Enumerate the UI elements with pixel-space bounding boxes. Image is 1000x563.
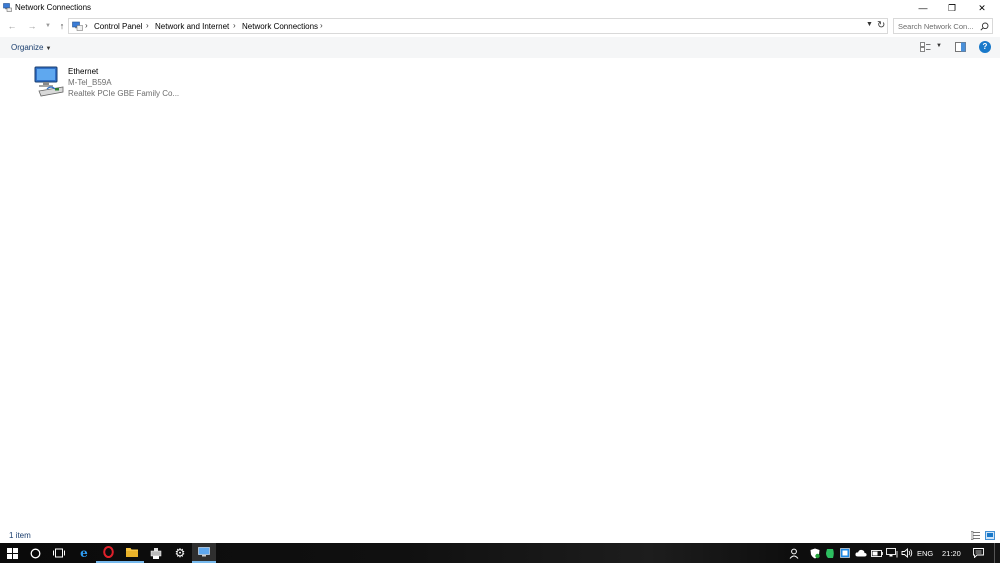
windows-logo-icon (6, 547, 18, 559)
connection-item-ethernet[interactable]: Ethernet M-Tel_B59A Realtek PCIe GBE Fam… (33, 65, 183, 99)
show-desktop-button[interactable] (994, 543, 1000, 563)
breadcrumb-network-and-internet[interactable]: Network and Internet (155, 22, 229, 31)
folder-icon (126, 548, 138, 557)
organize-label: Organize (11, 43, 44, 52)
evernote-tray-button[interactable] (823, 543, 837, 563)
cortana-circle-icon (30, 548, 40, 558)
gear-icon: ⚙ (174, 546, 186, 560)
evernote-icon (826, 548, 834, 558)
breadcrumb-separator-icon[interactable]: › (233, 21, 236, 30)
onedrive-cloud-icon (854, 549, 867, 557)
edge-browser-icon: e (80, 546, 88, 560)
arrow-up-icon: ↑ (59, 21, 65, 31)
chevron-down-icon: ▼ (45, 23, 51, 29)
network-printer-icon (150, 547, 162, 559)
help-icon[interactable]: ? (979, 41, 991, 53)
onedrive-tray-button[interactable] (853, 543, 868, 563)
address-bar[interactable]: › Control Panel › Network and Internet ›… (68, 18, 888, 34)
taskbar: e ⚙ ENG 21:20 (0, 543, 1000, 563)
action-center-button[interactable] (970, 543, 986, 563)
arrow-right-icon: → (27, 21, 37, 31)
change-view-icon[interactable] (920, 42, 931, 52)
task-view-button[interactable] (47, 543, 71, 563)
cortana-button[interactable] (23, 543, 47, 563)
address-history-chevron-icon[interactable]: ▼ (866, 21, 873, 28)
connection-network: M-Tel_B59A (68, 78, 112, 87)
people-button[interactable] (786, 543, 802, 563)
breadcrumb-control-panel[interactable]: Control Panel (94, 22, 142, 31)
task-view-icon (53, 548, 65, 558)
search-box[interactable] (893, 18, 993, 34)
control-panel-icon (198, 547, 210, 557)
defender-tray-button[interactable] (808, 543, 822, 563)
opera-taskbar-button[interactable] (96, 543, 120, 563)
details-view-icon[interactable] (971, 531, 980, 540)
control-panel-taskbar-button[interactable] (192, 543, 216, 563)
connection-device: Realtek PCIe GBE Family Co... (68, 89, 180, 98)
battery-icon (870, 549, 883, 557)
breadcrumb-separator-icon[interactable]: › (320, 21, 323, 30)
back-button[interactable]: ← (6, 20, 18, 32)
settings-taskbar-button[interactable]: ⚙ (168, 543, 192, 563)
volume-tray-button[interactable] (899, 543, 914, 563)
ethernet-network-icon (885, 548, 897, 558)
window-title: Network Connections (15, 3, 92, 12)
organize-caret-icon: ▼ (45, 46, 52, 52)
item-count: 1 item (9, 531, 31, 540)
speaker-icon (901, 548, 912, 558)
blue-app-icon (840, 548, 850, 558)
title-bar: Network Connections — ❐ ✕ (0, 0, 1000, 16)
search-input[interactable] (898, 21, 978, 32)
opera-browser-icon (102, 546, 114, 558)
breadcrumb-separator-icon[interactable]: › (85, 21, 88, 30)
start-button[interactable] (0, 543, 24, 563)
notifications-icon (972, 548, 984, 558)
network-taskbar-button[interactable] (144, 543, 168, 563)
forward-button[interactable]: → (26, 20, 38, 32)
connection-name: Ethernet (68, 67, 99, 76)
maximize-button[interactable]: ❐ (937, 0, 967, 16)
address-bar-row: ← → ▼ ↑ › Control Panel › Network and In… (0, 16, 1000, 37)
shield-icon (810, 548, 820, 558)
arrow-left-icon: ← (7, 21, 17, 31)
organize-button[interactable]: Organize ▼ (11, 43, 51, 52)
recent-locations-button[interactable]: ▼ (42, 20, 54, 32)
status-bar: 1 item (0, 528, 1000, 543)
people-icon (789, 548, 798, 559)
minimize-button[interactable]: — (908, 0, 938, 16)
refresh-icon[interactable]: ↻ (877, 20, 885, 31)
edge-taskbar-button[interactable]: e (72, 543, 96, 563)
breadcrumb-separator-icon[interactable]: › (146, 21, 149, 30)
command-bar: Organize ▼ ▼ ? (0, 37, 1000, 59)
connections-list: Ethernet M-Tel_B59A Realtek PCIe GBE Fam… (0, 58, 1000, 528)
more-options-chevron-icon[interactable]: ▼ (936, 43, 942, 49)
large-icons-view-icon[interactable] (985, 531, 995, 540)
clock[interactable]: 21:20 (942, 549, 961, 558)
app-tray-button[interactable] (838, 543, 852, 563)
battery-tray-button[interactable] (869, 543, 884, 563)
network-tray-button[interactable] (884, 543, 899, 563)
file-explorer-taskbar-button[interactable] (120, 543, 144, 563)
network-connections-app-icon (3, 3, 12, 12)
breadcrumb-network-connections[interactable]: Network Connections (242, 22, 318, 31)
close-button[interactable]: ✕ (967, 0, 997, 16)
search-icon[interactable] (980, 22, 989, 31)
control-panel-icon (72, 21, 83, 31)
preview-pane-icon[interactable] (955, 42, 966, 52)
input-language-button[interactable]: ENG (917, 549, 933, 558)
up-button[interactable]: ↑ (56, 20, 68, 32)
ethernet-adapter-icon (34, 66, 64, 97)
